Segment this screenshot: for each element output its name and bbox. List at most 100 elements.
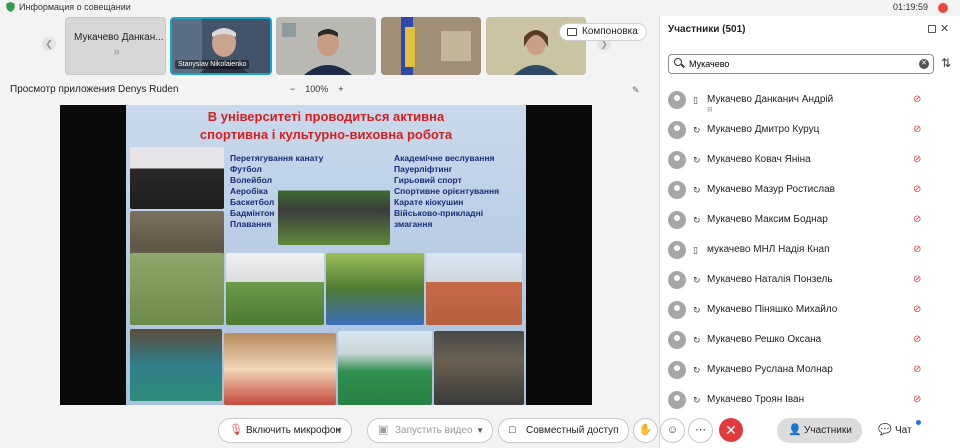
more-options-button[interactable]: ⋯ (688, 418, 713, 443)
participants-panel-title: Участники (501) (668, 24, 746, 35)
clear-search-button[interactable]: ✕ (919, 59, 929, 69)
slide-left-list-item: Плавання (230, 219, 272, 229)
zoom-value: 100% (305, 84, 329, 94)
participant-video (381, 17, 481, 75)
mic-off-icon[interactable]: ⊘ (913, 244, 921, 255)
leave-meeting-button[interactable]: ✕ (719, 418, 743, 442)
participant-name: Мукачево Дмитро Куруц (707, 124, 820, 135)
slide-photo (326, 253, 424, 325)
slide-right-list: Академічне веслування Пауерліфтинг Гирьо… (394, 153, 499, 230)
participant-row[interactable]: ↻ Мукачево Мазур Ростислав ⊘ (660, 176, 960, 206)
shield-icon (6, 2, 15, 12)
sync-icon: ↻ (693, 215, 701, 225)
participant-row[interactable]: ↻ Мукачево Ковач Яніна ⊘ (660, 146, 960, 176)
slide-photo (434, 331, 524, 405)
participants-button-label: Участники (804, 425, 852, 436)
participant-row[interactable]: ↻ Мукачево Решко Оксана ⊘ (660, 326, 960, 356)
participants-button[interactable]: 👤 Участники (777, 418, 862, 443)
chat-button[interactable]: 💬 Чат (876, 418, 936, 443)
participant-name: Мукачево Наталія Понзель (707, 274, 833, 285)
slide-photo (226, 253, 324, 325)
active-speaker-tile[interactable]: Stanyslav Nikolaienko (170, 17, 272, 75)
participant-row[interactable]: ↻ Мукачево Руслана Молнар ⊘ (660, 356, 960, 386)
strip-prev-button[interactable]: ❮ (42, 37, 56, 51)
zoom-in-button[interactable]: + (338, 84, 343, 94)
search-icon (674, 58, 682, 66)
participant-row[interactable]: ▯ мукачево МНЛ Надія Кнап ⊘ (660, 236, 960, 266)
avatar (668, 361, 686, 379)
mic-off-icon[interactable]: ⊘ (913, 304, 921, 315)
mic-off-icon[interactable]: ⊘ (913, 274, 921, 285)
slide-left-list-item: Футбол (230, 164, 262, 174)
share-button-label: Совместный доступ (526, 425, 619, 436)
meeting-info-button[interactable]: Информация о совещании (6, 2, 131, 12)
phone-icon: ▯ (693, 245, 698, 255)
layout-icon (567, 28, 577, 36)
participant-row[interactable]: ↻ Мукачево Максим Боднар ⊘ (660, 206, 960, 236)
meeting-info-label: Информация о совещании (19, 2, 131, 12)
self-tile-name: Мукачево Данкан... (74, 32, 164, 43)
phone-icon: ▯ (693, 95, 698, 105)
sort-icon[interactable]: ⇅ (941, 56, 951, 70)
participant-row[interactable]: ▯ Мукачево Данканич Андрій Я ⊘ (660, 86, 960, 116)
avatar (668, 241, 686, 259)
participant-search-input[interactable] (668, 54, 934, 74)
shared-screen: В університеті проводиться активна спорт… (60, 105, 592, 405)
participant-row[interactable]: ↻ Мукачево Наталія Понзель ⊘ (660, 266, 960, 296)
mic-off-icon[interactable]: ⊘ (913, 364, 921, 375)
raise-hand-button[interactable]: ✋ (633, 418, 658, 443)
participant-row[interactable]: ↻ Мукачево Піняшко Михайло ⊘ (660, 296, 960, 326)
mic-off-icon: 🎙 (229, 424, 243, 436)
chat-button-label: Чат (895, 425, 912, 436)
participant-row[interactable]: ↻ Мукачево Дмитро Куруц ⊘ (660, 116, 960, 146)
self-tile-sub: Я (114, 50, 120, 57)
zoom-out-button[interactable]: − (290, 84, 295, 94)
mic-off-icon[interactable]: ⊘ (913, 154, 921, 165)
share-header: Просмотр приложения Denys Ruden (10, 84, 179, 95)
avatar (668, 211, 686, 229)
participant-name: Мукачево Мазур Ростислав (707, 184, 835, 195)
avatar (668, 271, 686, 289)
self-video-tile[interactable]: Мукачево Данкан... Я (65, 17, 166, 75)
annotate-icon[interactable]: ✎ (632, 85, 640, 96)
video-off-icon: ▣ (378, 424, 389, 436)
mic-off-icon[interactable]: ⊘ (913, 184, 921, 195)
slide-left-list: Перетягування канату Футбол Волейбол Аер… (230, 153, 323, 230)
slide-right-list-item: Академічне веслування (394, 153, 495, 163)
sync-icon: ↻ (693, 335, 701, 345)
mic-off-icon[interactable]: ⊘ (913, 94, 921, 105)
share-button[interactable]: □ Совместный доступ (498, 418, 629, 443)
mute-button[interactable]: 🎙 Включить микрофон ▼ (218, 418, 352, 443)
video-button[interactable]: ▣ Запустить видео ▼ (367, 418, 493, 443)
participant-row[interactable]: ↻ Мукачево Троян Іван ⊘ (660, 386, 960, 416)
participant-name: Мукачево Данканич Андрій (707, 94, 834, 105)
mic-off-icon[interactable]: ⊘ (913, 124, 921, 135)
slide-left-list-item: Бадмінтон (230, 208, 275, 218)
participant-self-tag: Я (707, 107, 713, 114)
video-button-label: Запустить видео (395, 425, 473, 436)
participant-video-tile[interactable] (276, 17, 376, 75)
presenter-name: Denys Ruden (117, 84, 179, 95)
slide-photo (338, 331, 432, 405)
slide-left-list-item: Перетягування канату (230, 153, 324, 163)
close-icon[interactable]: ✕ (940, 22, 949, 35)
layout-button[interactable]: Компоновка (559, 23, 647, 41)
slide-left-list-item: Волейбол (230, 175, 272, 185)
sync-icon: ↻ (693, 125, 701, 135)
reactions-button[interactable]: ☺ (660, 418, 685, 443)
slide-title-line2: спортивна і культурно-виховна робота (199, 127, 453, 142)
recording-icon (938, 3, 948, 13)
presentation-slide: В університеті проводиться активна спорт… (126, 105, 526, 405)
layout-button-label: Компоновка (582, 26, 638, 37)
popout-icon[interactable] (928, 25, 936, 33)
avatar (668, 181, 686, 199)
participant-video-tile[interactable] (381, 17, 481, 75)
mic-off-icon[interactable]: ⊘ (913, 334, 921, 345)
avatar (668, 121, 686, 139)
mic-off-icon[interactable]: ⊘ (913, 394, 921, 405)
video-strip: ❮ Мукачево Данкан... Я Stanyslav Nikolai… (0, 16, 660, 76)
chat-notification-dot (916, 420, 921, 425)
share-viewing-label: Просмотр приложения (10, 84, 116, 95)
slide-photo (130, 329, 222, 401)
mic-off-icon[interactable]: ⊘ (913, 214, 921, 225)
